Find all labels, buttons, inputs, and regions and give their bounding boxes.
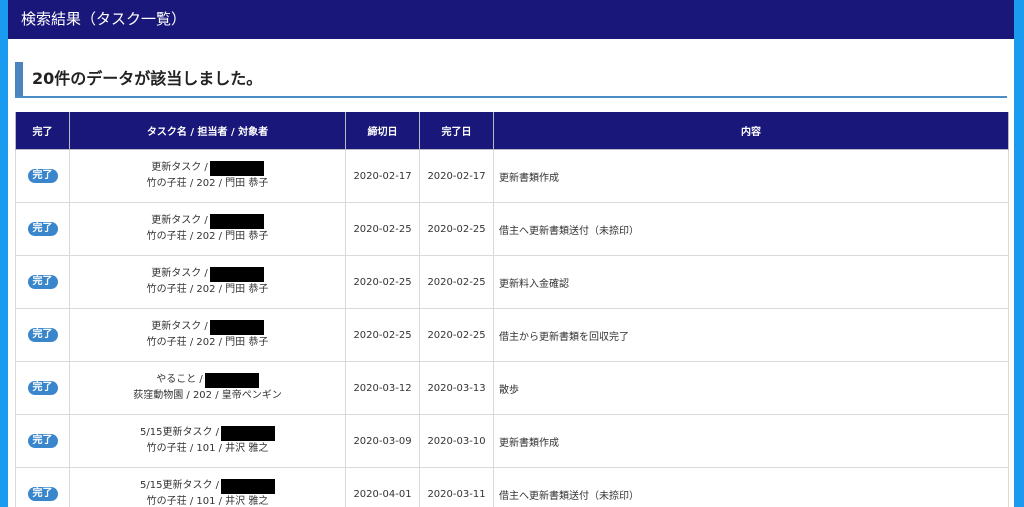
- redacted-assignee: [209, 160, 264, 176]
- table-row[interactable]: 完了 更新タスク / 竹の子荘 / 202 / 門田 恭子 2020-02-25…: [15, 308, 1009, 362]
- deadline-cell: 2020-03-12: [345, 361, 420, 415]
- table-header-row: 完了 タスク名 / 担当者 / 対象者 締切日 完了日 内容: [15, 112, 1009, 150]
- status-badge: 完了: [27, 275, 58, 289]
- completed-cell: 2020-03-10: [419, 414, 494, 468]
- status-badge: 完了: [27, 381, 58, 395]
- column-header-done: 完了: [15, 112, 70, 150]
- table-row[interactable]: 完了 やること / 荻窪動物園 / 202 / 皇帝ペンギン 2020-03-1…: [15, 361, 1009, 415]
- result-summary: 20件のデータが該当しました。: [15, 62, 1007, 98]
- page-title: 検索結果（タスク一覧）: [21, 10, 187, 28]
- task-target: 竹の子荘 / 202 / 門田 恭子: [146, 178, 269, 189]
- column-header-task: タスク名 / 担当者 / 対象者: [69, 112, 346, 150]
- task-target: 竹の子荘 / 202 / 門田 恭子: [146, 284, 269, 295]
- page-header: 検索結果（タスク一覧）: [8, 0, 1014, 39]
- summary-accent-bar: [15, 62, 23, 96]
- table-row[interactable]: 完了 更新タスク / 竹の子荘 / 202 / 門田 恭子 2020-02-25…: [15, 255, 1009, 309]
- deadline-cell: 2020-04-01: [345, 467, 420, 507]
- deadline-cell: 2020-02-25: [345, 255, 420, 309]
- table-row[interactable]: 完了 5/15更新タスク / 竹の子荘 / 101 / 井沢 雅之 2020-0…: [15, 414, 1009, 468]
- results-page: 検索結果（タスク一覧） 20件のデータが該当しました。 完了 タスク名 / 担当…: [8, 0, 1014, 507]
- status-badge: 完了: [27, 487, 58, 501]
- redacted-assignee: [204, 372, 259, 388]
- content-cell: 更新料入金確認: [493, 255, 1009, 309]
- redacted-assignee: [221, 478, 275, 494]
- status-badge: 完了: [27, 328, 58, 342]
- redacted-assignee: [209, 266, 264, 282]
- completed-cell: 2020-02-25: [419, 255, 494, 309]
- completed-cell: 2020-02-25: [419, 308, 494, 362]
- task-name: 5/15更新タスク /: [139, 480, 219, 491]
- deadline-cell: 2020-03-09: [345, 414, 420, 468]
- redacted-assignee: [221, 425, 275, 441]
- content-cell: 借主へ更新書類送付（未捺印）: [493, 202, 1009, 256]
- task-name: 更新タスク /: [151, 268, 208, 279]
- column-header-deadline: 締切日: [345, 112, 420, 150]
- status-badge: 完了: [27, 222, 58, 236]
- completed-cell: 2020-03-13: [419, 361, 494, 415]
- content-cell: 借主から更新書類を回収完了: [493, 308, 1009, 362]
- completed-cell: 2020-02-25: [419, 202, 494, 256]
- content-cell: 更新書類作成: [493, 149, 1009, 203]
- task-table: 完了 タスク名 / 担当者 / 対象者 締切日 完了日 内容 完了 更新タスク …: [15, 112, 1009, 507]
- task-target: 竹の子荘 / 202 / 門田 恭子: [146, 231, 269, 242]
- table-row[interactable]: 完了 更新タスク / 竹の子荘 / 202 / 門田 恭子 2020-02-17…: [15, 149, 1009, 203]
- redacted-assignee: [209, 319, 264, 335]
- column-header-completed: 完了日: [419, 112, 494, 150]
- column-header-content: 内容: [493, 112, 1009, 150]
- task-target: 荻窪動物園 / 202 / 皇帝ペンギン: [133, 390, 282, 401]
- status-badge: 完了: [27, 434, 58, 448]
- status-badge: 完了: [27, 169, 58, 183]
- completed-cell: 2020-03-11: [419, 467, 494, 507]
- deadline-cell: 2020-02-17: [345, 149, 420, 203]
- task-target: 竹の子荘 / 101 / 井沢 雅之: [146, 496, 269, 507]
- task-target: 竹の子荘 / 202 / 門田 恭子: [146, 337, 269, 348]
- table-row[interactable]: 完了 更新タスク / 竹の子荘 / 202 / 門田 恭子 2020-02-25…: [15, 202, 1009, 256]
- content-cell: 借主へ更新書類送付（未捺印）: [493, 467, 1009, 507]
- deadline-cell: 2020-02-25: [345, 202, 420, 256]
- result-count-text: 20件のデータが該当しました。: [32, 69, 263, 88]
- task-name: 更新タスク /: [151, 321, 208, 332]
- content-cell: 散歩: [493, 361, 1009, 415]
- deadline-cell: 2020-02-25: [345, 308, 420, 362]
- task-target: 竹の子荘 / 101 / 井沢 雅之: [146, 443, 269, 454]
- completed-cell: 2020-02-17: [419, 149, 494, 203]
- task-name: 5/15更新タスク /: [139, 427, 219, 438]
- task-name: やること /: [156, 374, 203, 385]
- task-name: 更新タスク /: [151, 215, 208, 226]
- content-cell: 更新書類作成: [493, 414, 1009, 468]
- redacted-assignee: [209, 213, 264, 229]
- table-row[interactable]: 完了 5/15更新タスク / 竹の子荘 / 101 / 井沢 雅之 2020-0…: [15, 467, 1009, 507]
- task-name: 更新タスク /: [151, 162, 208, 173]
